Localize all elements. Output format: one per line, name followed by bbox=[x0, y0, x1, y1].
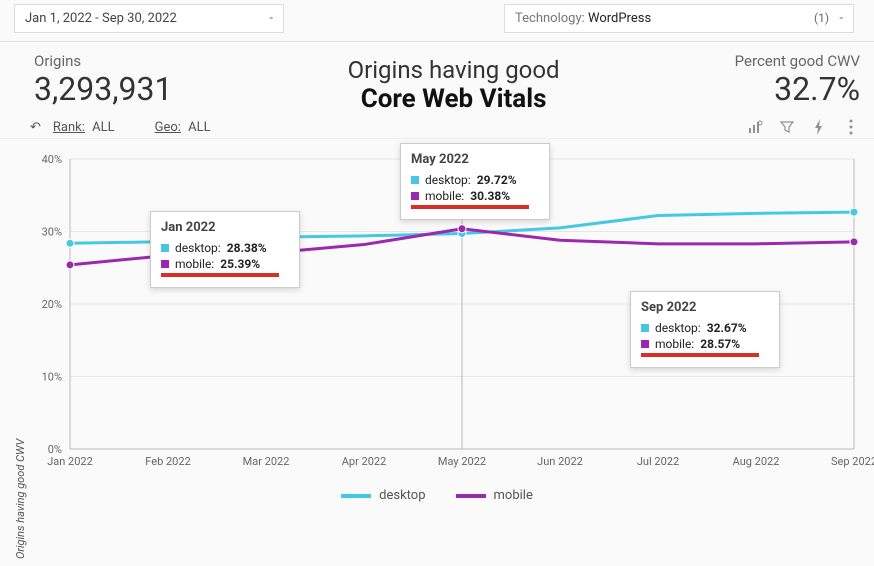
tooltip-sep: Sep 2022 desktop: 32.67% mobile: 28.57% bbox=[630, 291, 780, 368]
origins-label: Origins bbox=[34, 52, 172, 70]
mobile-line-icon bbox=[456, 494, 486, 498]
tooltip-title: Jan 2022 bbox=[161, 220, 289, 235]
dash-icon: - bbox=[839, 11, 843, 26]
desktop-swatch-icon bbox=[161, 244, 169, 252]
bolt-icon[interactable] bbox=[810, 118, 828, 136]
highlight-underline bbox=[161, 273, 279, 277]
tech-count: (1) bbox=[814, 11, 829, 25]
mobile-swatch-icon bbox=[411, 192, 419, 200]
origins-metric: Origins 3,293,931 bbox=[34, 52, 172, 108]
undo-icon[interactable]: ↶ bbox=[30, 120, 41, 135]
tooltip-jan: Jan 2022 desktop: 28.38% mobile: 25.39% bbox=[150, 211, 300, 288]
chart-area: Origins having good CWV 0%10%20%30%40%Ja… bbox=[0, 139, 874, 484]
svg-text:20%: 20% bbox=[42, 298, 62, 311]
mobile-swatch-icon bbox=[641, 340, 649, 348]
geo-value: ALL bbox=[188, 120, 210, 135]
mobile-swatch-icon bbox=[161, 260, 169, 268]
tooltip-may: May 2022 desktop: 29.72% mobile: 30.38% bbox=[400, 143, 550, 220]
chart-title: Origins having good Core Web Vitals bbox=[172, 56, 734, 114]
tech-label: Technology: bbox=[515, 11, 588, 26]
tooltip-title: May 2022 bbox=[411, 152, 539, 167]
legend: desktop mobile bbox=[0, 484, 874, 507]
tooltip-title: Sep 2022 bbox=[641, 300, 769, 315]
svg-text:30%: 30% bbox=[42, 226, 62, 239]
svg-text:Jul 2022: Jul 2022 bbox=[637, 455, 679, 468]
svg-text:Sep 2022: Sep 2022 bbox=[831, 455, 874, 468]
pct-metric: Percent good CWV 32.7% bbox=[735, 52, 860, 108]
svg-text:40%: 40% bbox=[42, 153, 62, 166]
filter-icon[interactable] bbox=[778, 118, 796, 136]
more-icon[interactable] bbox=[842, 118, 860, 136]
svg-text:May 2022: May 2022 bbox=[438, 455, 486, 468]
dash-icon: - bbox=[269, 11, 273, 26]
date-range-filter[interactable]: Jan 1, 2022 - Sep 30, 2022 - bbox=[14, 4, 284, 33]
geo-label: Geo: bbox=[155, 120, 181, 135]
desktop-swatch-icon bbox=[641, 324, 649, 332]
highlight-underline bbox=[411, 205, 529, 209]
rank-label: Rank: bbox=[53, 120, 85, 135]
rank-value: ALL bbox=[92, 120, 114, 135]
origins-value: 3,293,931 bbox=[34, 70, 172, 108]
legend-item-mobile[interactable]: mobile bbox=[456, 488, 533, 503]
title-line1: Origins having good bbox=[172, 56, 734, 84]
svg-text:Aug 2022: Aug 2022 bbox=[733, 455, 780, 468]
rank-filter[interactable]: Rank: ALL bbox=[53, 120, 115, 135]
chart-toolbar: ↶ Rank: ALL Geo: ALL bbox=[0, 116, 874, 139]
svg-text:Mar 2022: Mar 2022 bbox=[243, 455, 290, 468]
chart-config-icon[interactable] bbox=[746, 118, 764, 136]
svg-text:Jun 2022: Jun 2022 bbox=[537, 455, 583, 468]
svg-text:Apr 2022: Apr 2022 bbox=[342, 455, 387, 468]
desktop-line-icon bbox=[341, 494, 371, 498]
highlight-underline bbox=[641, 353, 759, 357]
technology-filter[interactable]: Technology: WordPress (1) - bbox=[504, 4, 854, 33]
pct-value: 32.7% bbox=[735, 70, 860, 108]
desktop-swatch-icon bbox=[411, 176, 419, 184]
filter-bar: Jan 1, 2022 - Sep 30, 2022 - Technology:… bbox=[0, 0, 874, 42]
svg-text:Feb 2022: Feb 2022 bbox=[145, 455, 190, 468]
legend-label: mobile bbox=[494, 488, 533, 503]
y-axis-label: Origins having good CWV bbox=[14, 439, 27, 559]
svg-text:Jan 2022: Jan 2022 bbox=[47, 455, 93, 468]
title-line2: Core Web Vitals bbox=[172, 84, 734, 114]
legend-label: desktop bbox=[379, 488, 425, 503]
geo-filter[interactable]: Geo: ALL bbox=[155, 120, 211, 135]
svg-text:10%: 10% bbox=[42, 371, 62, 384]
header: Origins 3,293,931 Origins having good Co… bbox=[0, 42, 874, 116]
date-range-text: Jan 1, 2022 - Sep 30, 2022 bbox=[25, 11, 177, 26]
tech-value: WordPress bbox=[588, 11, 651, 26]
pct-label: Percent good CWV bbox=[735, 52, 860, 70]
legend-item-desktop[interactable]: desktop bbox=[341, 488, 425, 503]
